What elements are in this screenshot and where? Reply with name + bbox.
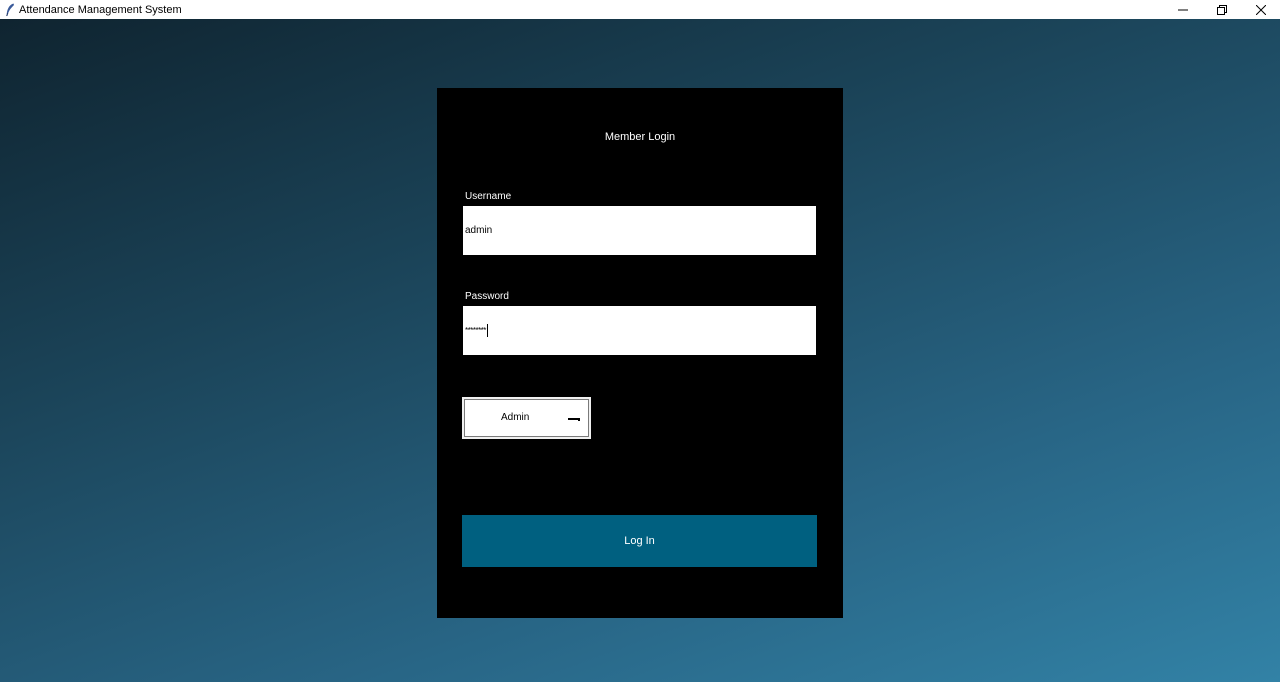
role-selected-value: Admin [501,412,530,423]
title-bar[interactable]: Attendance Management System [0,0,1280,19]
password-input[interactable]: ******** [463,306,816,355]
restore-icon [1216,4,1227,15]
login-button[interactable]: Log In [462,515,817,567]
app-background: Member Login Username admin Password ***… [0,19,1280,682]
login-card: Member Login Username admin Password ***… [437,88,843,618]
password-label: Password [465,291,509,302]
username-input[interactable]: admin [463,206,816,255]
dropdown-indicator-icon [568,418,580,421]
minimize-icon [1177,9,1188,10]
app-window: Attendance Management System Member Logi… [0,0,1280,682]
close-button[interactable] [1241,0,1280,19]
restore-button[interactable] [1202,0,1241,19]
text-cursor [486,324,488,337]
username-value: admin [465,225,493,236]
minimize-button[interactable] [1163,0,1202,19]
window-controls [1163,0,1280,19]
close-icon [1255,4,1266,15]
username-label: Username [465,191,512,202]
login-heading: Member Login [604,131,676,143]
role-dropdown[interactable]: Admin [462,397,591,439]
window-title: Attendance Management System [19,3,182,16]
password-value: ******** [465,326,486,335]
feather-icon [3,3,17,17]
